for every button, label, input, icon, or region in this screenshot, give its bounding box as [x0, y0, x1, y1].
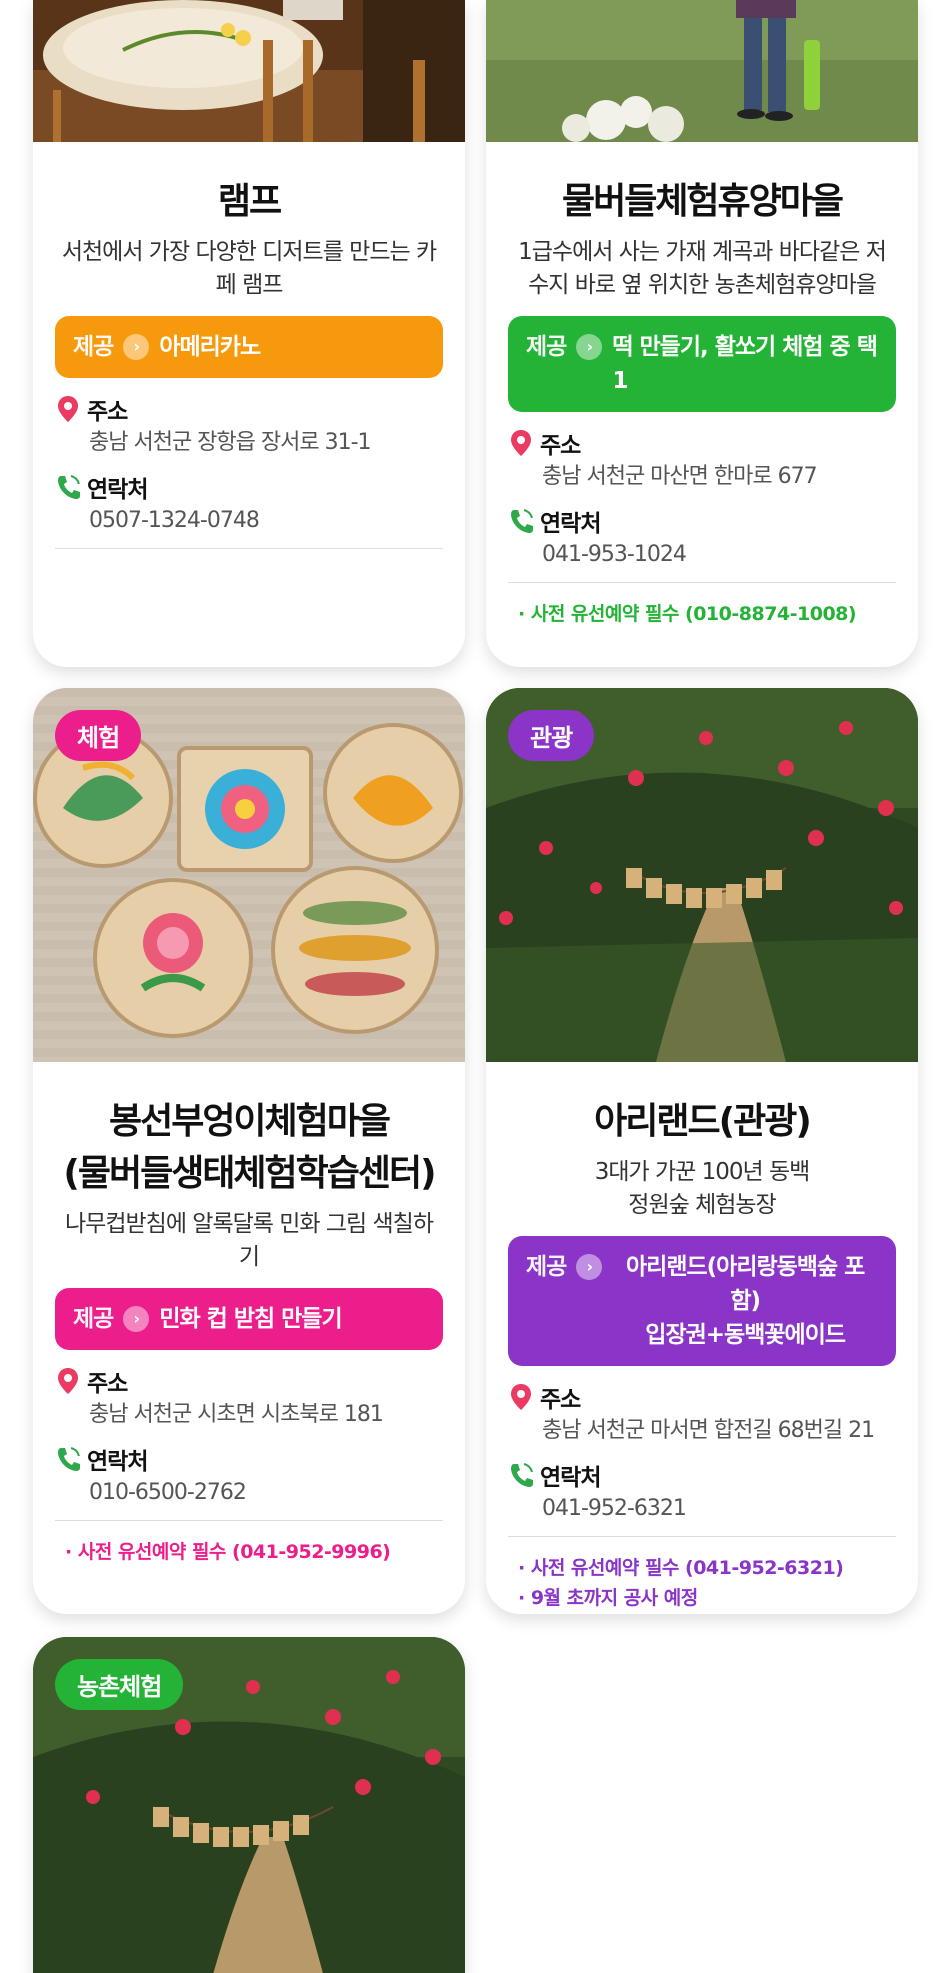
- phone-icon: [508, 506, 534, 536]
- offer-box: 제공 › 아메리카노: [55, 316, 443, 378]
- offer-text-line2: 입장권+동백꽃에이드: [645, 1322, 846, 1348]
- offer-box: 제공 › 아리랜드(아리랑동백숲 포함) 입장권+동백꽃에이드: [508, 1236, 896, 1366]
- note-reservation: · 사전 유선예약 필수 (010-8874-1008): [518, 603, 857, 625]
- place-title-line2: (물버들생태체험학습센터): [63, 1153, 436, 1194]
- address-label: 주소: [87, 1371, 128, 1397]
- note-construction: · 9월 초까지 공사 예정: [518, 1587, 698, 1609]
- location-pin-icon: [55, 1366, 81, 1396]
- address-value: 충남 서천군 마산면 한마로 677: [542, 464, 818, 489]
- contact-value[interactable]: 010-6500-2762: [55, 1476, 443, 1510]
- contact-heading: 연락처: [55, 470, 443, 504]
- camellia-garden-photo: 관광: [486, 688, 918, 1062]
- offer-text-line1: 아리랜드(아리랑동백숲 포함): [626, 1254, 865, 1314]
- info-section: 주소 충남 서천군 마산면 한마로 677 연락처 041-953-1024: [508, 426, 896, 583]
- place-description: 3대가 가꾼 100년 동백 정원숲 체험농장: [508, 1156, 896, 1222]
- offer-text: 민화 컵 받침 만들기: [159, 1306, 342, 1332]
- address-label: 주소: [540, 1387, 581, 1413]
- address-heading: 주소: [55, 392, 443, 426]
- category-badge: 체험: [55, 710, 142, 761]
- note-reservation: · 사전 유선예약 필수 (041-952-9996): [65, 1541, 391, 1563]
- camellia-garden-photo: 농촌체험: [33, 1637, 465, 1973]
- place-description-line2: 정원숲 체험농장: [628, 1192, 776, 1218]
- divider: [55, 548, 443, 549]
- place-description: 서천에서 가장 다양한 디저트를 만드는 카페 램프: [61, 239, 437, 298]
- info-section: 주소 충남 서천군 마서면 합전길 68번길 21 연락처 041-952-63…: [508, 1380, 896, 1537]
- coaster-photo: 체험: [33, 688, 465, 1062]
- chevron-right-icon: ›: [576, 334, 603, 360]
- offer-text: 떡 만들기, 활쏘기 체험 중 택 1: [612, 334, 878, 394]
- place-title: 봉선부엉이체험마을 (물버들생태체험학습센터): [55, 1096, 443, 1200]
- contact-label: 연락처: [87, 1449, 148, 1475]
- place-card-lamp[interactable]: 램프 서천에서 가장 다양한 디저트를 만드는 카페 램프 제공 › 아메리카노…: [33, 0, 465, 667]
- place-card-ariland[interactable]: 관광 아리랜드(관광) 3대가 가꾼 100년 동백 정원숲 체험농장 제공 ›…: [486, 688, 918, 1614]
- info-section: 주소 충남 서천군 시초면 시초북로 181 연락처 010-6500-2762: [55, 1364, 443, 1521]
- offer-text: 아리랜드(아리랑동백숲 포함) 입장권+동백꽃에이드: [612, 1250, 878, 1352]
- place-title: 아리랜드(관광): [594, 1101, 812, 1142]
- place-card-bongseon[interactable]: 체험 봉선부엉이체험마을 (물버들생태체험학습센터) 나무컵받침에 알록달록 민…: [33, 688, 465, 1614]
- phone-icon: [55, 1444, 81, 1474]
- offer-label: 제공: [73, 334, 114, 360]
- notes: · 사전 유선예약 필수 (041-952-9996): [55, 1521, 443, 1567]
- location-pin-icon: [508, 1382, 534, 1412]
- offer-box: 제공 › 떡 만들기, 활쏘기 체험 중 택 1: [508, 316, 896, 412]
- offer-label: 제공: [526, 1254, 567, 1280]
- place-card-rural-experience[interactable]: 농촌체험: [33, 1637, 465, 1973]
- place-description: 1급수에서 사는 가재 계곡과 바다같은 저수지 바로 옆 위치한 농촌체험휴양…: [518, 239, 887, 298]
- place-card-mulbeodeul[interactable]: 물버들체험휴양마을 1급수에서 사는 가재 계곡과 바다같은 저수지 바로 옆 …: [486, 0, 918, 667]
- contact-heading: 연락처: [508, 504, 896, 538]
- contact-label: 연락처: [87, 477, 148, 503]
- notes: · 사전 유선예약 필수 (010-8874-1008): [508, 583, 896, 629]
- notes: · 사전 유선예약 필수 (041-952-6321) · 9월 초까지 공사 …: [508, 1537, 896, 1613]
- offer-label: 제공: [526, 334, 567, 360]
- chevron-right-icon: ›: [123, 1306, 150, 1332]
- place-description: 나무컵받침에 알록달록 민화 그림 색칠하기: [65, 1211, 434, 1270]
- location-pin-icon: [508, 428, 534, 458]
- place-description-line1: 3대가 가꾼 100년 동백: [594, 1159, 811, 1185]
- category-badge: 농촌체험: [55, 1659, 184, 1710]
- place-title: 램프: [217, 181, 282, 222]
- address-label: 주소: [87, 399, 128, 425]
- offer-box: 제공 › 민화 컵 받침 만들기: [55, 1288, 443, 1350]
- cafe-photo: [33, 0, 465, 142]
- chevron-right-icon: ›: [123, 334, 150, 360]
- location-pin-icon: [55, 394, 81, 424]
- category-badge: 관광: [508, 710, 595, 761]
- village-photo: [486, 0, 918, 142]
- address-value: 충남 서천군 마서면 합전길 68번길 21: [542, 1418, 875, 1443]
- info-section: 주소 충남 서천군 장항읍 장서로 31-1 연락처 0507-1324-074…: [55, 392, 443, 549]
- address-value: 충남 서천군 시초면 시초북로 181: [89, 1402, 384, 1427]
- contact-value[interactable]: 0507-1324-0748: [55, 504, 443, 538]
- contact-value[interactable]: 041-952-6321: [508, 1492, 896, 1526]
- address-value: 충남 서천군 장항읍 장서로 31-1: [89, 430, 372, 455]
- contact-heading: 연락처: [508, 1458, 896, 1492]
- address-label: 주소: [540, 433, 581, 459]
- contact-label: 연락처: [540, 511, 601, 537]
- note-reservation: · 사전 유선예약 필수 (041-952-6321): [518, 1557, 844, 1579]
- chevron-right-icon: ›: [576, 1254, 603, 1280]
- phone-icon: [55, 472, 81, 502]
- address-heading: 주소: [55, 1364, 443, 1398]
- contact-value[interactable]: 041-953-1024: [508, 538, 896, 572]
- address-heading: 주소: [508, 1380, 896, 1414]
- contact-heading: 연락처: [55, 1442, 443, 1476]
- place-title-line1: 봉선부엉이체험마을: [108, 1101, 391, 1142]
- offer-label: 제공: [73, 1306, 114, 1332]
- contact-label: 연락처: [540, 1465, 601, 1491]
- phone-icon: [508, 1460, 534, 1490]
- place-title: 물버들체험휴양마을: [561, 181, 844, 222]
- address-heading: 주소: [508, 426, 896, 460]
- offer-text: 아메리카노: [159, 334, 261, 360]
